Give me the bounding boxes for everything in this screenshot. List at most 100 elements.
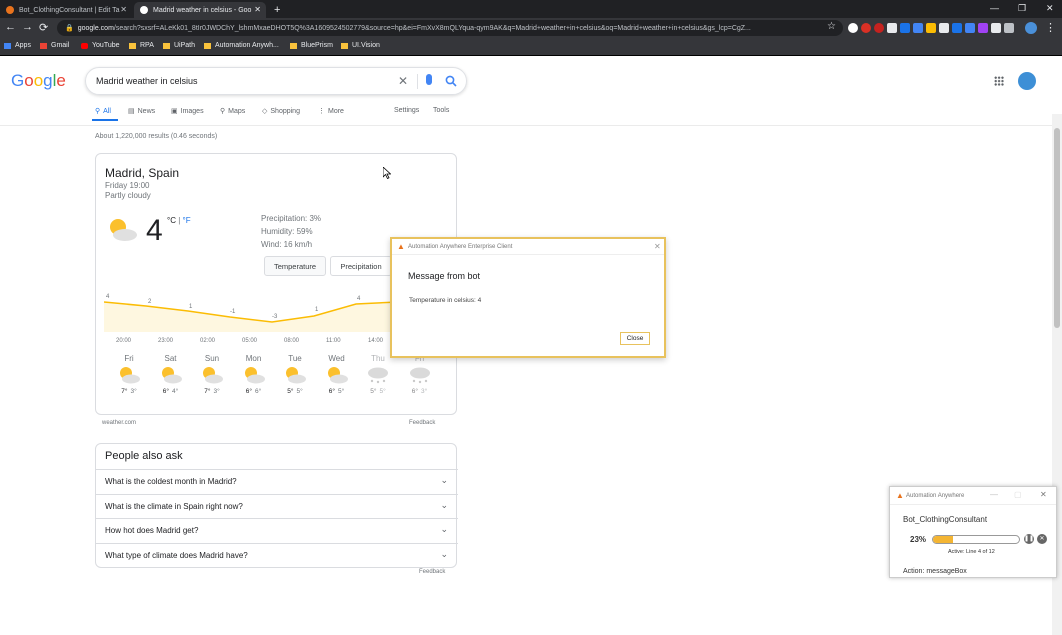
panel-restore-icon[interactable]: ▢ <box>1014 490 1022 499</box>
close-tab-icon[interactable]: ✕ <box>120 5 127 14</box>
browser-extension-icon[interactable] <box>1004 23 1014 33</box>
google-logo[interactable]: Google <box>11 71 66 91</box>
browser-menu-icon[interactable]: ⋮ <box>1045 21 1056 34</box>
scrollbar-thumb[interactable] <box>1054 128 1060 328</box>
forecast-day[interactable]: Sat 6° 4° <box>154 354 188 404</box>
browser-toolbar: ← → ⟳ 🔒 google.com /search?sxsrf=ALeKk01… <box>0 18 1062 38</box>
chart-time-label: 20:00 <box>116 338 132 344</box>
forecast-day[interactable]: Mon 6° 6° <box>237 354 271 404</box>
pause-icon[interactable]: ❚❚ <box>1024 534 1034 544</box>
temperature-tab-button[interactable]: Temperature <box>264 256 326 276</box>
celsius-unit[interactable]: °C <box>167 216 176 225</box>
browser-extension-icon[interactable] <box>939 23 949 33</box>
minimize-window-icon[interactable]: — <box>990 3 999 13</box>
bookmark-star-icon[interactable]: ☆ <box>827 21 836 32</box>
search-tab-all[interactable]: ⚲ All <box>95 107 111 116</box>
chevron-down-icon[interactable]: ⌄ <box>440 500 448 511</box>
bookmark-rpa[interactable]: RPA <box>129 42 154 49</box>
panel-close-icon[interactable]: ✕ <box>1040 490 1047 499</box>
partly-cloudy-icon <box>161 367 182 384</box>
bookmark-blueprism[interactable]: BluePrism <box>290 42 333 49</box>
fahrenheit-unit[interactable]: °F <box>183 216 191 225</box>
partly-cloudy-icon <box>327 367 348 384</box>
google-apps-icon[interactable] <box>994 76 1004 86</box>
tab-title: Madrid weather in celsius - Goo <box>153 6 252 14</box>
bookmark-youtube[interactable]: YouTube <box>81 42 120 49</box>
close-tab-icon[interactable]: ✕ <box>254 5 261 14</box>
browser-extension-icon[interactable] <box>965 23 975 33</box>
forecast-high: 6° <box>162 388 169 395</box>
partly-cloudy-icon <box>120 367 140 384</box>
dialog-close-icon[interactable]: ✕ <box>654 242 661 251</box>
search-tab-shopping[interactable]: ◇ Shopping <box>262 107 300 116</box>
bookmark-automation-anywhere[interactable]: Automation Anywh... <box>204 42 279 49</box>
microphone-icon[interactable] <box>426 74 432 85</box>
reload-icon[interactable]: ⟳ <box>39 21 48 34</box>
precipitation-tab-button[interactable]: Precipitation <box>330 256 392 276</box>
tab-title: Bot_ClothingConsultant | Edit Ta <box>19 6 120 14</box>
search-tab-maps[interactable]: ⚲ Maps <box>220 107 245 116</box>
paa-question[interactable]: What type of climate does Madrid have? ⌄ <box>96 542 458 567</box>
forecast-day-label: Tue <box>288 354 302 363</box>
settings-link[interactable]: Settings <box>394 107 419 114</box>
address-bar[interactable]: 🔒 google.com /search?sxsrf=ALeKk01_8tIr0… <box>57 20 843 36</box>
chevron-down-icon[interactable]: ⌄ <box>440 524 448 535</box>
bookmark-gmail[interactable]: Gmail <box>40 42 69 49</box>
paa-title: People also ask <box>105 450 183 462</box>
snow-icon <box>368 367 388 384</box>
browser-extension-icon[interactable] <box>978 23 988 33</box>
stop-icon[interactable]: ✕ <box>1037 534 1047 544</box>
new-tab-button[interactable]: + <box>268 2 286 18</box>
forecast-day-label: Wed <box>328 354 345 363</box>
paa-feedback-link[interactable]: Feedback <box>419 569 445 575</box>
search-icon[interactable] <box>445 75 457 87</box>
forecast-day[interactable]: Wed 6° 5° <box>320 354 354 404</box>
account-avatar[interactable] <box>1018 72 1036 90</box>
profile-avatar[interactable] <box>1025 22 1037 34</box>
browser-extension-icon[interactable] <box>887 23 897 33</box>
forecast-day[interactable]: Thu 5° 5° <box>361 354 395 404</box>
panel-minimize-icon[interactable]: — <box>990 490 998 499</box>
browser-extension-icon[interactable] <box>861 23 871 33</box>
forecast-day[interactable]: Fri 7° 3° <box>112 354 146 404</box>
browser-extension-icon[interactable] <box>952 23 962 33</box>
back-arrow-icon[interactable]: ← <box>5 21 16 33</box>
browser-extension-icon[interactable] <box>926 23 936 33</box>
bookmark-uivision[interactable]: UI.Vision <box>341 42 380 49</box>
search-input[interactable]: Madrid weather in celsius <box>96 76 198 86</box>
people-also-ask: People also ask What is the coldest mont… <box>95 443 458 568</box>
paa-question[interactable]: What is the climate in Spain right now? ⌄ <box>96 493 458 518</box>
bot-message-dialog: ▲ Automation Anywhere Enterprise Client … <box>390 237 666 358</box>
close-window-icon[interactable]: ✕ <box>1046 3 1054 14</box>
browser-tab-bot-editor[interactable]: Bot_ClothingConsultant | Edit Ta ✕ <box>0 2 132 18</box>
more-vert-icon: ⋮ <box>318 108 325 115</box>
browser-extension-icon[interactable] <box>848 23 858 33</box>
tools-link[interactable]: Tools <box>433 107 449 114</box>
paa-question[interactable]: How hot does Madrid get? ⌄ <box>96 518 458 542</box>
forward-arrow-icon[interactable]: → <box>22 21 33 33</box>
bookmark-uipath[interactable]: UiPath <box>163 42 195 49</box>
browser-extension-icon[interactable] <box>913 23 923 33</box>
browser-extension-icon[interactable] <box>874 23 884 33</box>
search-box[interactable]: Madrid weather in celsius ✕ <box>85 67 467 95</box>
search-tab-news[interactable]: ▤ News <box>128 107 155 116</box>
chevron-down-icon[interactable]: ⌄ <box>440 475 448 486</box>
weather-feedback-link[interactable]: Feedback <box>409 420 435 426</box>
browser-tab-google[interactable]: Madrid weather in celsius - Goo ✕ <box>134 2 266 18</box>
search-tab-images[interactable]: ▣ Images <box>171 107 204 116</box>
dialog-close-button[interactable]: Close <box>620 332 650 345</box>
paa-question[interactable]: What is the coldest month in Madrid? ⌄ <box>96 469 458 493</box>
bookmark-apps[interactable]: Apps <box>4 42 31 49</box>
tag-icon: ◇ <box>262 108 268 115</box>
chevron-down-icon[interactable]: ⌄ <box>440 549 448 560</box>
search-tab-more[interactable]: ⋮ More <box>318 107 344 116</box>
forecast-day[interactable]: Fri 6° 3° <box>403 354 437 404</box>
browser-extension-icon[interactable] <box>900 23 910 33</box>
forecast-day[interactable]: Tue 5° 5° <box>278 354 312 404</box>
forecast-day[interactable]: Sun 7° 3° <box>195 354 229 404</box>
image-icon: ▣ <box>171 108 178 115</box>
restore-window-icon[interactable]: ❐ <box>1018 3 1026 14</box>
browser-extension-icon[interactable] <box>991 23 1001 33</box>
clear-search-icon[interactable]: ✕ <box>398 74 408 88</box>
weather-source-link[interactable]: weather.com <box>102 420 136 426</box>
